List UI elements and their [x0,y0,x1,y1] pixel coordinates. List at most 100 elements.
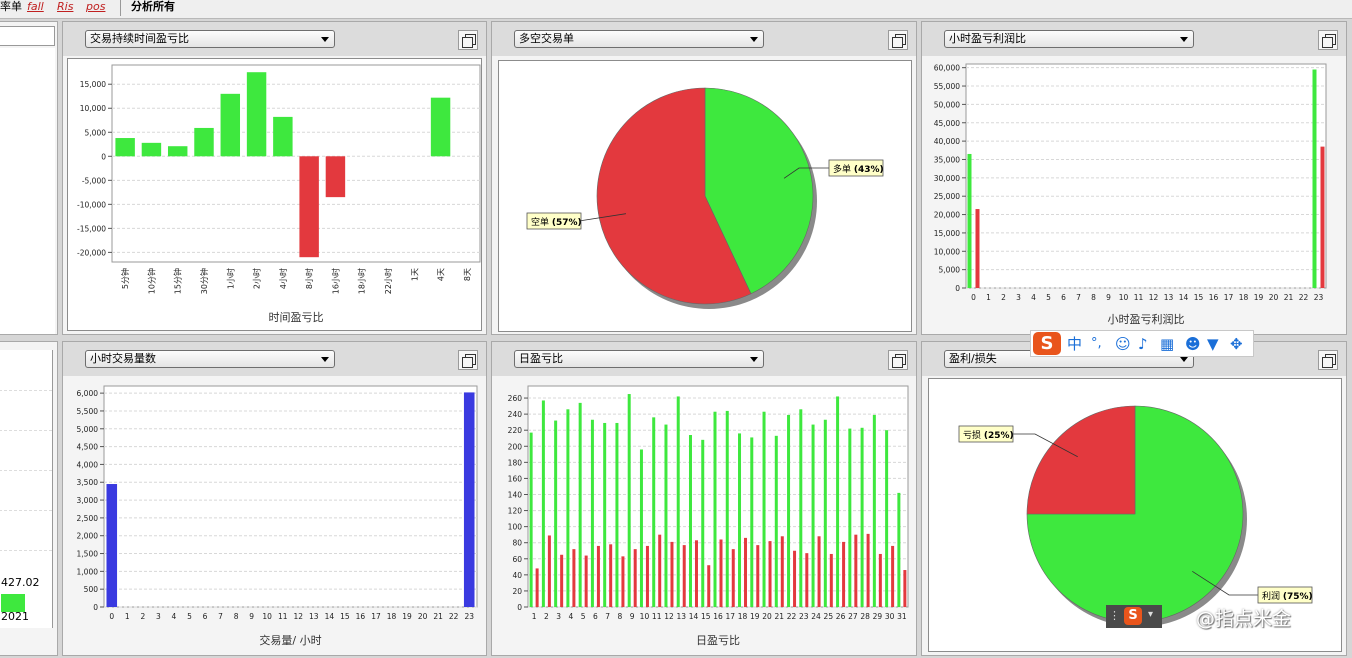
bar [578,402,582,607]
bar [554,420,558,607]
maximize-icon[interactable] [888,30,908,50]
maximize-icon[interactable] [458,30,478,50]
bar [897,492,901,607]
y-tick-label: 60 [512,555,522,564]
maximize-icon[interactable] [458,350,478,370]
left-panel-header [0,26,55,46]
pie-label: 多单 (43%) [833,163,884,175]
chart-type-select[interactable]: 多空交易单 [514,30,764,48]
maximize-icon[interactable] [1318,30,1338,50]
panel-header: 小时盈亏利润比 [922,22,1346,56]
toolbar-fall-icon[interactable]: fall [27,0,44,16]
pie-label: 亏损 (25%) [963,429,1014,441]
emoji-icon[interactable]: ☺ [1115,334,1131,354]
y-tick-label: 5,000 [85,128,107,137]
x-tick-label: 8 [234,612,239,621]
keyboard-icon[interactable]: ▦ [1160,334,1174,354]
bar [325,156,346,198]
x-tick-label: 30 [885,612,895,621]
toolbar-pos-icon[interactable]: pos [86,0,105,16]
bar [603,422,607,607]
x-tick-label: 0 [109,612,114,621]
x-tick-label: 7 [1076,293,1081,302]
bar [572,549,576,607]
select-value: 小时盈亏利润比 [949,32,1026,45]
bar [639,449,643,607]
x-axis-label: 交易量/ 小时 [259,633,321,647]
bar [560,554,564,607]
x-tick-label: 1 [986,293,991,302]
bar [848,428,852,607]
bar [817,536,821,607]
ime-punct-toggle[interactable]: °, [1091,334,1102,354]
panel-header: 小时交易量数 [63,342,486,376]
bar [731,549,735,607]
x-tick-label: 7 [605,612,610,621]
panel-daily-profit: 日盈亏比 0 20 40 60 80 100 120 140 160 180 200 220 240 26… [491,341,917,656]
ime-logo-small-icon[interactable]: S [1124,607,1142,625]
x-tick-label: 6 [1061,293,1066,302]
y-tick-label: 5,000 [939,266,961,275]
x-tick-label: 5分钟 [120,268,130,289]
bar [872,414,876,607]
plot-frame [965,63,1327,289]
toolbar-divider [120,0,121,16]
y-tick-label: 35,000 [934,155,960,164]
x-tick-label: 8小时 [304,268,314,289]
bar [590,419,594,607]
microphone-icon[interactable]: ♪ [1138,334,1148,354]
chart-type-select[interactable]: 小时交易量数 [85,350,335,368]
bar [621,556,625,607]
bar [854,534,858,607]
bar [664,424,668,607]
analyze-all-button[interactable]: 分析所有 [131,0,175,16]
bar [903,570,907,607]
x-tick-label: 14 [1179,293,1189,302]
ime-logo-icon[interactable]: S [1033,332,1061,355]
maximize-icon[interactable] [888,350,908,370]
skin-icon[interactable]: ▼ [1207,334,1219,354]
chart-type-select[interactable]: 交易持续时间盈亏比 [85,30,335,48]
x-tick-label: 13 [676,612,686,621]
maximize-icon[interactable] [1318,350,1338,370]
x-tick-label: 3 [1016,293,1021,302]
x-tick-label: 10分钟 [146,268,156,294]
bar [299,156,319,258]
left-panel-body [0,48,55,334]
chart-type-select[interactable]: 日盈亏比 [514,350,764,368]
toolbar-ris-icon[interactable]: Ris [57,0,73,16]
toolbar-item-rate[interactable]: 率单 [0,0,22,16]
y-tick-label: 15,000 [80,80,106,89]
x-tick-label: 22 [449,612,459,621]
bar [744,537,748,607]
y-tick-label: 240 [508,410,523,419]
chevron-down-icon [321,37,329,42]
bar [885,430,889,607]
menu-grid-icon[interactable]: ✥ [1230,334,1243,354]
x-tick-label: 11 [278,612,288,621]
x-tick-label: 12 [1149,293,1159,302]
left-panel-bottom: 427.02 2021 [0,341,58,656]
bar [860,427,864,607]
chevron-down-icon[interactable]: ▾ [1148,609,1153,620]
bar [645,545,649,607]
bar [1320,146,1325,288]
x-tick-label: 18小时 [357,268,367,294]
panel-header: 交易持续时间盈亏比 [63,22,486,56]
x-tick-label: 5 [1046,293,1051,302]
x-tick-label: 22 [1299,293,1309,302]
ime-lang-toggle[interactable]: 中 [1067,334,1082,354]
x-tick-label: 11 [1134,293,1144,302]
x-tick-label: 12 [293,612,303,621]
time-duration-bar-chart: 15,000 10,000 5,000 0 -5,000 -10,000 -15,000 -2… [77,64,481,324]
chart-area: 0 20 40 60 80 100 120 140 160 180 200 220 240 260 1 2 3 4… [496,378,914,652]
user-icon[interactable]: ☻ [1185,334,1201,354]
bar [541,400,545,607]
bar [829,553,833,607]
x-tick-label: 17 [371,612,381,621]
bar [967,153,972,288]
select-value: 交易持续时间盈亏比 [90,32,189,45]
x-tick-label: 16小时 [330,268,340,294]
x-tick-label: 4小时 [278,268,288,289]
chart-type-select[interactable]: 小时盈亏利润比 [944,30,1194,48]
